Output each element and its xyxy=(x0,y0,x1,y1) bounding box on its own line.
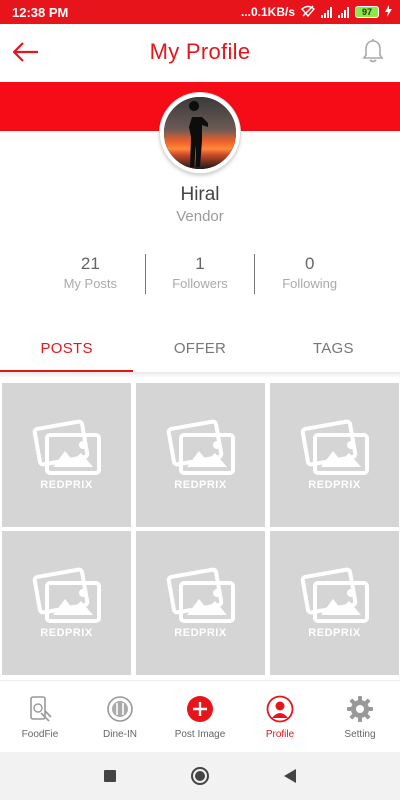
image-placeholder-icon xyxy=(166,567,235,623)
nav-label-post-image: Post Image xyxy=(174,729,226,740)
foodfie-icon xyxy=(26,695,54,723)
nav-item-post-image[interactable]: Post Image xyxy=(160,681,240,752)
back-nav-button[interactable] xyxy=(280,766,300,786)
nav-label-setting: Setting xyxy=(344,729,376,740)
system-nav-bar xyxy=(0,752,400,800)
stat-followers[interactable]: 1 Followers xyxy=(144,254,255,294)
post-tile[interactable]: REDPRIX xyxy=(270,531,399,675)
tab-offer[interactable]: OFFER xyxy=(133,330,266,372)
profile-tabs: POSTS OFFER TAGS xyxy=(0,330,400,372)
placeholder-watermark: REDPRIX xyxy=(40,479,93,491)
placeholder-watermark: REDPRIX xyxy=(308,479,361,491)
image-placeholder-icon xyxy=(166,419,235,475)
nav-item-dine-in[interactable]: Dine-IN xyxy=(80,681,160,752)
plus-circle-icon xyxy=(186,695,214,723)
image-placeholder-icon xyxy=(32,567,101,623)
status-bar: 12:38 PM ...0.1KB/s 97 xyxy=(0,0,400,24)
image-placeholder-icon xyxy=(300,419,369,475)
home-button[interactable] xyxy=(190,766,210,786)
stat-followers-count: 1 xyxy=(195,254,205,273)
notifications-button[interactable] xyxy=(362,38,386,66)
triangle-back-icon xyxy=(284,769,296,783)
placeholder-watermark: REDPRIX xyxy=(40,627,93,639)
nav-item-foodfie[interactable]: FoodFie xyxy=(0,681,80,752)
placeholder-watermark: REDPRIX xyxy=(174,627,227,639)
post-tile[interactable]: REDPRIX xyxy=(2,383,131,527)
post-tile[interactable]: REDPRIX xyxy=(270,383,399,527)
page-title: My Profile xyxy=(149,39,251,64)
square-icon xyxy=(104,770,116,782)
placeholder-watermark: REDPRIX xyxy=(308,627,361,639)
back-button[interactable] xyxy=(10,36,42,68)
gear-icon xyxy=(346,695,374,723)
stat-followers-label: Followers xyxy=(172,276,228,291)
battery-icon: 97 xyxy=(355,6,379,18)
nav-label-foodfie: FoodFie xyxy=(21,729,59,740)
stat-posts-label: My Posts xyxy=(63,276,118,291)
profile-role: Vendor xyxy=(176,208,224,225)
tab-posts[interactable]: POSTS xyxy=(0,330,134,372)
image-placeholder-icon xyxy=(32,419,101,475)
nav-item-profile[interactable]: Profile xyxy=(240,681,320,752)
signal-icon-2 xyxy=(338,6,349,18)
app-bar: My Profile xyxy=(0,24,400,80)
placeholder-watermark: REDPRIX xyxy=(174,479,227,491)
status-icons: ...0.1KB/s 97 xyxy=(240,4,392,20)
recents-button[interactable] xyxy=(100,766,120,786)
stat-following[interactable]: 0 Following xyxy=(254,254,364,294)
posts-grid: REDPRIX REDPRIX REDPRIX REDPRIX REDPRIX … xyxy=(2,383,399,675)
dine-in-icon xyxy=(106,695,134,723)
stat-following-label: Following xyxy=(282,276,338,291)
wifi-off-icon xyxy=(301,5,315,20)
nav-item-setting[interactable]: Setting xyxy=(320,681,400,752)
image-placeholder-icon xyxy=(300,567,369,623)
profile-icon xyxy=(266,695,294,723)
profile-name: Hiral xyxy=(180,184,220,205)
stat-posts-count: 21 xyxy=(80,254,100,273)
avatar[interactable] xyxy=(160,93,240,173)
bell-icon xyxy=(362,39,384,63)
status-time: 12:38 PM xyxy=(12,4,69,20)
stat-posts[interactable]: 21 My Posts xyxy=(36,254,145,294)
stat-following-count: 0 xyxy=(304,254,315,273)
nav-label-profile: Profile xyxy=(265,729,295,740)
post-tile[interactable]: REDPRIX xyxy=(136,531,265,675)
avatar-photo xyxy=(164,97,236,169)
tab-tags[interactable]: TAGS xyxy=(267,330,400,372)
arrow-left-icon xyxy=(13,42,38,62)
tabs-divider xyxy=(0,372,400,378)
nav-label-dine-in: Dine-IN xyxy=(103,729,137,740)
bottom-nav: FoodFie Dine-IN Post Image Profile Setti… xyxy=(0,680,400,752)
signal-icon xyxy=(321,6,332,18)
charging-icon xyxy=(385,4,392,20)
post-tile[interactable]: REDPRIX xyxy=(136,383,265,527)
circle-icon xyxy=(191,767,209,785)
network-speed: ...0.1KB/s xyxy=(240,5,295,19)
post-tile[interactable]: REDPRIX xyxy=(2,531,131,675)
profile-stats: 21 My Posts 1 Followers 0 Following xyxy=(36,254,364,294)
